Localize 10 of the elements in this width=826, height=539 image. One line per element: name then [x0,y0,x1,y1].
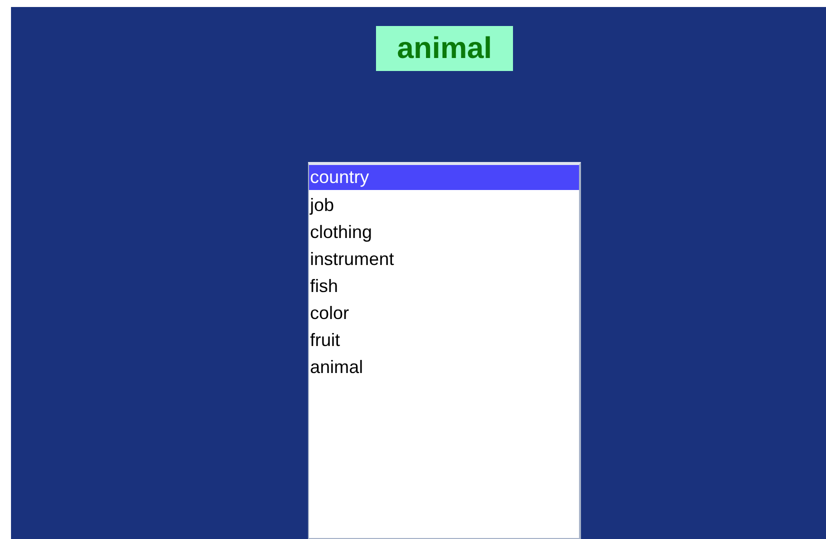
list-item[interactable]: country [309,165,579,190]
list-box[interactable]: country job clothing instrument fish color fruit animal [308,162,581,539]
list-item[interactable]: animal [309,354,579,381]
list-item[interactable]: job [309,192,579,219]
list-item[interactable]: color [309,300,579,327]
list-item[interactable]: clothing [309,219,579,246]
word-label: animal [376,26,513,71]
list-item[interactable]: fruit [309,327,579,354]
list-item[interactable]: fish [309,273,579,300]
list-item[interactable]: instrument [309,246,579,273]
